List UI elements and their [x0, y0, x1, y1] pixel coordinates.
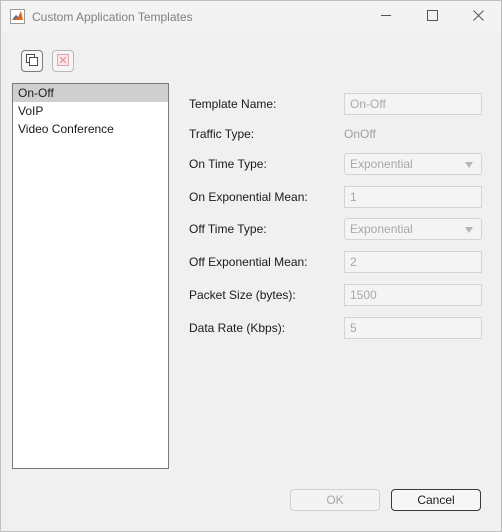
- maximize-icon: [426, 9, 438, 24]
- off-time-type-label: Off Time Type:: [189, 222, 267, 236]
- dropdown-arrow-icon: [465, 227, 473, 233]
- template-list[interactable]: On-Off VoIP Video Conference: [12, 83, 169, 469]
- window-title: Custom Application Templates: [32, 10, 193, 24]
- minimize-button[interactable]: [363, 1, 409, 32]
- traffic-type-value: OnOff: [344, 127, 376, 141]
- traffic-type-label: Traffic Type:: [189, 127, 255, 141]
- off-time-type-dropdown[interactable]: Exponential: [344, 218, 482, 240]
- list-item-on-off[interactable]: On-Off: [13, 84, 168, 102]
- off-exponential-mean-field[interactable]: 2: [344, 251, 482, 273]
- dialog-window: Custom Application Templates On-Off VoIP…: [0, 0, 502, 532]
- minimize-icon: [380, 10, 392, 24]
- close-icon: [472, 9, 484, 24]
- on-time-type-dropdown[interactable]: Exponential: [344, 153, 482, 175]
- on-exponential-mean-field[interactable]: 1: [344, 186, 482, 208]
- off-exponential-mean-label: Off Exponential Mean:: [189, 255, 308, 269]
- template-name-field[interactable]: On-Off: [344, 93, 482, 115]
- ok-button[interactable]: OK: [290, 489, 380, 511]
- list-item-voip[interactable]: VoIP: [13, 102, 168, 120]
- title-bar[interactable]: Custom Application Templates: [1, 1, 501, 32]
- dropdown-arrow-icon: [465, 162, 473, 168]
- off-time-type-value: Exponential: [350, 222, 413, 236]
- delete-x-icon: [56, 53, 70, 70]
- duplicate-template-button[interactable]: [21, 50, 43, 72]
- on-time-type-label: On Time Type:: [189, 157, 267, 171]
- copy-icon: [25, 53, 39, 70]
- delete-template-button[interactable]: [52, 50, 74, 72]
- packet-size-field[interactable]: 1500: [344, 284, 482, 306]
- on-time-type-value: Exponential: [350, 157, 413, 171]
- matlab-icon: [10, 9, 25, 24]
- list-item-video-conference[interactable]: Video Conference: [13, 120, 168, 138]
- template-name-label: Template Name:: [189, 97, 277, 111]
- on-exponential-mean-label: On Exponential Mean:: [189, 190, 308, 204]
- data-rate-field[interactable]: 5: [344, 317, 482, 339]
- data-rate-label: Data Rate (Kbps):: [189, 321, 286, 335]
- maximize-button[interactable]: [409, 1, 455, 32]
- packet-size-label: Packet Size (bytes):: [189, 288, 296, 302]
- close-button[interactable]: [455, 1, 501, 32]
- cancel-button[interactable]: Cancel: [391, 489, 481, 511]
